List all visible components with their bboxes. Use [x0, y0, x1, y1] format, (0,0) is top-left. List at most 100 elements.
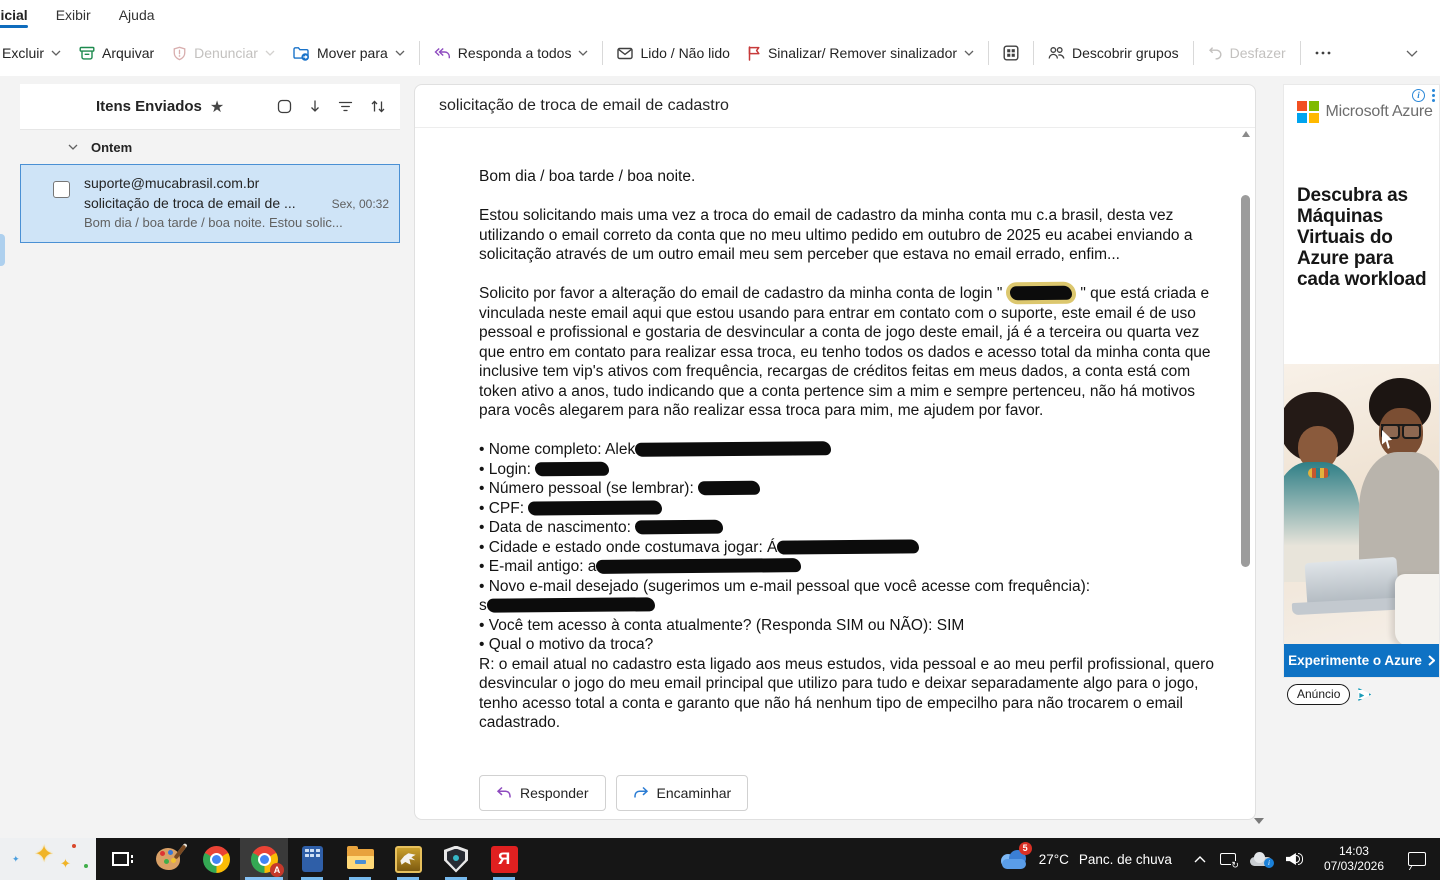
body-paragraph: Solicito por favor a alteração do email … [479, 284, 1227, 421]
ad-tag[interactable]: Anúncio [1287, 684, 1350, 705]
report-button[interactable]: Denunciar [163, 36, 284, 70]
undo-button[interactable]: Desfazer [1199, 36, 1295, 70]
ad-panel[interactable]: i Microsoft Azure Descubra as Máquinas V… [1283, 84, 1440, 678]
sparkle-icon: ✦ [12, 854, 20, 865]
flag-button[interactable]: Sinalizar/ Remover sinalizador [739, 36, 983, 70]
select-messages-icon[interactable] [277, 99, 292, 114]
paint-app-button[interactable] [144, 838, 192, 880]
display-sync-icon[interactable] [1220, 853, 1236, 865]
tab-inicial[interactable]: Inicial [0, 2, 42, 30]
envelope-icon [617, 47, 633, 60]
subject-bar: solicitação de troca de email de cadastr… [415, 85, 1255, 128]
profile-badge: A [270, 863, 284, 877]
search-sparkle-button[interactable]: ✦ ✦ ✦ [0, 838, 96, 880]
reply-all-button[interactable]: Responda a todos [425, 36, 598, 70]
tab-exibir[interactable]: Exibir [42, 2, 105, 30]
ribbon-menubar: Inicial Exibir Ajuda [0, 0, 1440, 30]
calculator-app-button[interactable] [288, 838, 336, 880]
body-paragraph: Bom dia / boa tarde / boa noite. [479, 167, 1227, 187]
ad-menu-icon[interactable] [1432, 89, 1435, 102]
flag-icon [748, 46, 761, 61]
redacted-text [596, 558, 801, 574]
task-view-button[interactable] [96, 838, 144, 880]
discover-groups-button[interactable]: Descobrir grupos [1039, 36, 1188, 70]
reply-button[interactable]: Responder [479, 775, 606, 811]
redacted-text [777, 539, 919, 554]
ad-info-icon[interactable]: i [1412, 89, 1425, 102]
ribbon-toolbar: Excluir Arquivar Denunciar Mover para Re… [0, 30, 1440, 76]
folder-rail-indicator[interactable] [0, 234, 5, 266]
move-to-label: Mover para [317, 45, 388, 61]
antivirus-app-button[interactable] [432, 838, 480, 880]
report-shield-icon [172, 46, 187, 61]
toolbar-separator [1193, 41, 1194, 65]
chrome-profile-app-button[interactable]: A [240, 838, 288, 880]
message-body-scroll[interactable]: Bom dia / boa tarde / boa noite. Estou so… [415, 129, 1239, 819]
ad-photo [1284, 364, 1439, 646]
game-app-button[interactable] [384, 838, 432, 880]
more-options-button[interactable] [1306, 36, 1340, 70]
chevron-down-icon [964, 50, 974, 56]
message-list-pane: Itens Enviados ★ Ontem suporte@mucabrasi… [20, 84, 400, 838]
sort-icon[interactable] [370, 99, 386, 114]
forward-button[interactable]: Encaminhar [616, 775, 749, 811]
weather-widget[interactable]: 5 27°C Panc. de chuva [987, 838, 1184, 880]
delete-button[interactable]: Excluir [0, 36, 70, 70]
weather-temp: 27°C [1039, 852, 1069, 867]
flag-label: Sinalizar/ Remover sinalizador [768, 45, 957, 61]
ad-cta-button[interactable]: Experimente o Azure [1284, 644, 1439, 677]
toolbar-separator [1033, 41, 1034, 65]
ad-headline: Descubra as Máquinas Virtuais do Azure p… [1284, 123, 1439, 290]
archive-label: Arquivar [102, 45, 154, 61]
move-to-button[interactable]: Mover para [284, 36, 414, 70]
file-explorer-button[interactable] [336, 838, 384, 880]
tray-expand-chevron[interactable] [1194, 856, 1206, 863]
redacted-text [635, 441, 831, 457]
redacted-text [698, 481, 760, 496]
read-unread-button[interactable]: Lido / Não lido [608, 36, 739, 70]
email-list-item[interactable]: suporte@mucabrasil.com.br solicitação de… [20, 164, 400, 243]
discover-groups-label: Descobrir grupos [1072, 45, 1179, 61]
clock[interactable]: 14:03 07/03/2026 [1314, 844, 1394, 874]
adchoices-icon[interactable] [1358, 688, 1371, 701]
body-paragraph: R: o email atual no cadastro esta ligado… [479, 655, 1227, 733]
move-down-icon[interactable] [309, 99, 321, 114]
chrome-icon [203, 846, 230, 873]
shield-icon [444, 846, 468, 873]
redacted-text [528, 500, 662, 515]
board-view-button[interactable] [994, 36, 1028, 70]
onedrive-icon[interactable]: i [1250, 852, 1272, 866]
reply-label: Responder [520, 785, 589, 801]
notification-badge: 5 [1019, 842, 1032, 855]
body-paragraph: • Login: [479, 460, 1227, 480]
scroll-up-arrow[interactable] [1242, 131, 1250, 137]
read-unread-label: Lido / Não lido [640, 45, 730, 61]
calculator-icon [302, 846, 323, 872]
filter-icon[interactable] [338, 100, 353, 113]
ribbon-collapse-button[interactable] [1390, 44, 1434, 62]
favorite-star-icon[interactable]: ★ [210, 97, 224, 117]
clock-date: 07/03/2026 [1324, 859, 1384, 874]
tab-ajuda[interactable]: Ajuda [105, 2, 169, 30]
body-paragraph: • E-mail antigo: a [479, 557, 1227, 577]
email-date: Sex, 00:32 [332, 197, 389, 211]
chrome-app-button[interactable] [192, 838, 240, 880]
notification-icon [1408, 852, 1426, 866]
archive-button[interactable]: Arquivar [70, 36, 163, 70]
email-body-preview: Bom dia / boa tarde / boa noite. Estou s… [84, 215, 389, 230]
body-paragraph: Estou solicitando mais uma vez a troca d… [479, 206, 1227, 265]
group-header-ontem[interactable]: Ontem [20, 130, 400, 164]
redacted-text [1010, 286, 1072, 301]
speaker-icon[interactable] [1286, 852, 1304, 866]
chevron-down-icon [68, 144, 78, 150]
body-paragraph: • Cidade e estado onde costumava jogar: … [479, 538, 1227, 558]
sparkle-icon: ✦ [34, 840, 54, 869]
avira-app-button[interactable]: R [480, 838, 528, 880]
scrollbar-thumb[interactable] [1241, 195, 1250, 567]
action-center-button[interactable] [1394, 838, 1440, 880]
reply-all-icon [434, 47, 451, 60]
email-checkbox[interactable] [53, 181, 70, 198]
vertical-scrollbar[interactable] [1240, 131, 1252, 813]
scroll-down-arrow[interactable] [1254, 818, 1264, 824]
reply-all-label: Responda a todos [458, 45, 572, 61]
